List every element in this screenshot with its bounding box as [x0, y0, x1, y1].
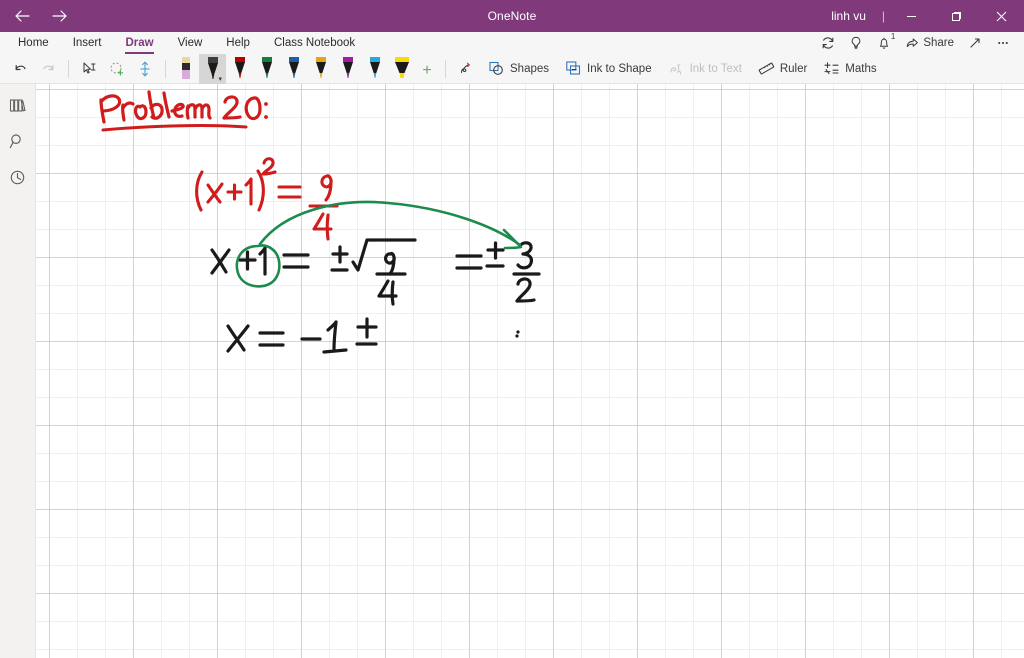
ink-to-shape-label: Ink to Shape	[587, 62, 652, 75]
notifications-bell-icon[interactable]: 1	[871, 32, 897, 54]
tab-view[interactable]: View	[166, 32, 215, 54]
ribbon-utility-bar: 1 Share	[815, 32, 1024, 54]
maths-label: Maths	[845, 62, 877, 75]
tab-class-notebook[interactable]: Class Notebook	[262, 32, 367, 54]
recent-notes-icon[interactable]	[3, 164, 33, 190]
pen-yellow[interactable]	[307, 54, 334, 84]
ribbon-tab-bar: Home Insert Draw View Help Class Noteboo…	[0, 32, 1024, 54]
title-bar-right: linh vu |	[819, 0, 1024, 32]
ruler-button[interactable]: Ruler	[750, 56, 815, 82]
add-pen-button[interactable]: +	[415, 58, 439, 84]
user-account-name[interactable]: linh vu	[819, 9, 878, 23]
tab-insert[interactable]: Insert	[61, 32, 114, 54]
lasso-select-tool[interactable]	[103, 56, 131, 82]
ribbon-tabs: Home Insert Draw View Help Class Noteboo…	[0, 32, 367, 54]
notebooks-icon[interactable]	[3, 92, 33, 118]
ribbon-divider-tools	[445, 59, 446, 78]
highlighter-yellow[interactable]	[388, 54, 415, 84]
notification-badge-count: 1	[890, 32, 896, 41]
eraser-pen[interactable]	[172, 54, 199, 84]
chevron-down-icon[interactable]: ▾	[218, 76, 222, 83]
ink-to-text-label: Ink to Text	[689, 62, 742, 75]
maths-button[interactable]: Maths	[815, 56, 884, 82]
ruler-label: Ruler	[779, 62, 808, 75]
ink-equation-line-3	[226, 317, 378, 354]
tab-draw[interactable]: Draw	[113, 32, 165, 54]
shapes-button[interactable]: Shapes	[480, 56, 557, 82]
tab-help[interactable]: Help	[214, 32, 262, 54]
back-button[interactable]	[8, 3, 36, 29]
lightbulb-icon[interactable]	[843, 32, 869, 54]
more-options-icon[interactable]	[990, 32, 1016, 54]
restore-button[interactable]	[934, 0, 979, 32]
pen-gallery: ▾ +	[172, 53, 439, 84]
search-icon[interactable]	[3, 128, 33, 154]
share-button[interactable]: Share	[899, 32, 960, 54]
onenote-window: OneNote linh vu | Home Insert Draw View …	[0, 0, 1024, 658]
note-page-canvas[interactable]	[36, 84, 1024, 658]
pen-red[interactable]	[226, 54, 253, 84]
navigation-buttons	[0, 3, 74, 29]
type-select-tool[interactable]	[75, 56, 103, 82]
ink-to-shape-button[interactable]: Ink to Shape	[557, 56, 660, 82]
pen-blue[interactable]	[280, 54, 307, 84]
ink-layer	[36, 84, 1024, 658]
ribbon-divider-pens	[165, 59, 166, 78]
draw-ribbon: ▾ + Shapes Ink to Shape Ink to Text Rule…	[0, 53, 1024, 84]
pen-black[interactable]: ▾	[199, 53, 226, 84]
pen-cyan[interactable]	[361, 54, 388, 84]
redo-button[interactable]	[34, 56, 62, 82]
ink-replay-icon[interactable]	[452, 56, 480, 82]
insert-space-tool[interactable]	[131, 56, 159, 82]
bell-wrapper: 1	[877, 33, 895, 50]
share-label: Share	[923, 37, 954, 49]
undo-button[interactable]	[6, 56, 34, 82]
minimize-button[interactable]	[889, 0, 934, 32]
forward-button[interactable]	[46, 3, 74, 29]
ribbon-divider	[68, 59, 69, 78]
expand-icon[interactable]	[962, 32, 988, 54]
shapes-label: Shapes	[510, 62, 550, 75]
left-navigation-rail	[0, 84, 36, 658]
pen-green[interactable]	[253, 54, 280, 84]
sync-icon[interactable]	[815, 32, 841, 54]
pen-magenta[interactable]	[334, 54, 361, 84]
close-button[interactable]	[979, 0, 1024, 32]
title-bar-separator: |	[881, 9, 885, 23]
ink-to-text-button[interactable]: Ink to Text	[660, 56, 750, 82]
tab-home[interactable]: Home	[6, 32, 61, 54]
title-bar: OneNote linh vu |	[0, 0, 1024, 32]
